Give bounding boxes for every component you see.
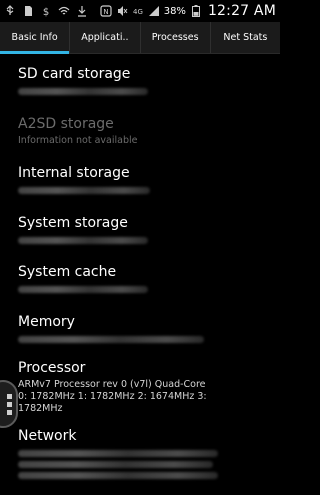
redacted-value [18,336,204,343]
floating-handle[interactable] [0,380,18,428]
mute-icon [116,5,128,17]
redacted-value [18,472,218,479]
svg-text:$: $ [43,7,49,17]
item-title: Memory [18,314,75,330]
redacted-value [18,187,150,194]
status-bar-notifications: $ [4,5,100,17]
status-bar: $ N 4G 38% 12:27 AM [0,0,280,22]
tab-basic-info[interactable]: Basic Info [0,22,71,54]
redacted-value [18,88,148,95]
list-item-system-cache[interactable]: System cache [18,263,268,293]
item-title: System storage [18,215,128,231]
list-item-sd-card-storage[interactable]: SD card storage [18,65,268,95]
list-item-processor[interactable]: Processor ARMv7 Processor rev 0 (v7l) Qu… [18,359,268,415]
item-title: SD card storage [18,66,131,82]
signal-4g-icon: 4G [132,5,144,17]
item-title: Network [18,428,77,444]
clock: 12:27 AM [207,3,276,19]
svg-text:N: N [103,8,108,16]
tab-net-stats[interactable]: Net Stats [211,22,280,53]
list-item-internal-storage[interactable]: Internal storage [18,164,268,194]
redacted-value [18,450,218,457]
tab-bar: Basic Info Applicati.. Processes Net Sta… [0,22,280,54]
download-icon [76,5,88,17]
battery-percent: 38% [163,5,186,17]
tab-processes[interactable]: Processes [141,22,211,53]
drag-handle-icon [0,393,12,415]
usb-icon [4,5,16,17]
redacted-value [18,461,213,468]
wifi-lock-icon [58,5,70,17]
item-title: Internal storage [18,165,130,181]
info-list: SD card storage A2SD storage Information… [0,55,280,495]
list-item-memory[interactable]: Memory [18,313,268,343]
status-bar-system: N 4G 38% 12:27 AM [100,3,276,19]
tab-applications[interactable]: Applicati.. [70,22,141,53]
dollar-icon: $ [40,5,52,17]
signal-bars-icon [148,5,160,17]
battery-icon [190,5,202,17]
redacted-value [18,286,148,293]
item-title: Processor [18,360,86,376]
list-item-a2sd-storage[interactable]: A2SD storage Information not available [18,115,268,147]
list-item-system-storage[interactable]: System storage [18,214,268,244]
item-subtitle: ARMv7 Processor rev 0 (v7l) Quad-Core 0:… [18,379,207,414]
item-title: System cache [18,264,117,280]
redacted-value [18,237,148,244]
item-title: A2SD storage [18,116,114,132]
nfc-icon: N [100,5,112,17]
sd-card-icon [22,5,34,17]
list-item-network[interactable]: Network [18,427,268,479]
item-subtitle: Information not available [18,135,138,146]
svg-text:4G: 4G [133,8,143,16]
